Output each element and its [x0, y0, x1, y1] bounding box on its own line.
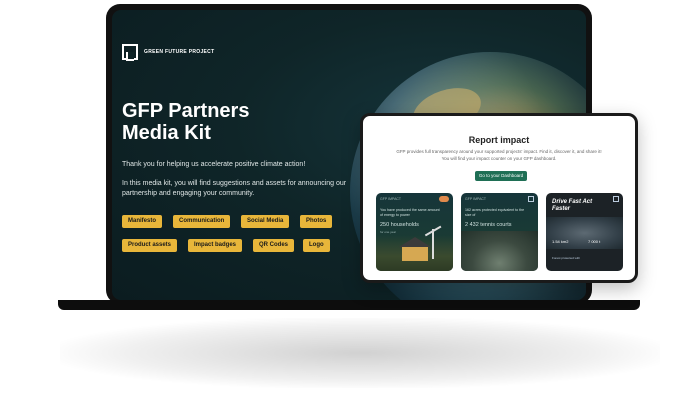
- impact-card-value: 2 432 tennis courts: [465, 222, 512, 228]
- impact-card-forest[interactable]: GFP IMPACT 162 acres protected equivalen…: [461, 193, 538, 271]
- impact-card-text: 162 acres protected equivalent to the si…: [465, 208, 525, 217]
- car-stat-tonnes: 7 000 t: [588, 239, 601, 244]
- impact-card-brand: GFP IMPACT: [465, 197, 487, 201]
- impact-card-text: You have produced the same amount of ene…: [380, 208, 440, 217]
- impact-card-value: 250 households: [380, 222, 419, 228]
- dashboard-button[interactable]: Go to your Dashboard: [475, 171, 527, 181]
- intro-text: Thank you for helping us accelerate posi…: [122, 161, 306, 168]
- tag-manifesto[interactable]: Manifesto: [122, 215, 163, 228]
- tag-social-media[interactable]: Social Media: [241, 215, 290, 228]
- media-kit-paragraph: In this media kit, you will find suggest…: [122, 180, 347, 197]
- gfp-logo[interactable]: GREEN FUTURE PROJECT: [122, 44, 215, 61]
- logo-text: GREEN FUTURE PROJECT: [144, 49, 215, 55]
- tag-logo[interactable]: Logo: [303, 239, 330, 252]
- car-footer-text: Forest protected with: [552, 256, 581, 260]
- impact-card-brand: GFP IMPACT: [380, 197, 402, 201]
- share-icon: [613, 196, 619, 202]
- report-impact-card: Report impact GFP provides full transpar…: [360, 113, 638, 283]
- wind-turbine-icon: [432, 229, 434, 259]
- report-description-line-1: GFP provides full transparency around yo…: [396, 149, 602, 154]
- house-illustration: [402, 247, 428, 261]
- tag-qr-codes[interactable]: QR Codes: [253, 239, 295, 252]
- title-line-1: GFP Partners: [122, 100, 250, 122]
- impact-card-energy[interactable]: GFP IMPACT You have produced the same am…: [376, 193, 453, 271]
- page-title: GFP Partners Media Kit: [122, 100, 322, 144]
- tag-photos[interactable]: Photos: [300, 215, 333, 228]
- impact-card-subtext: for one year: [380, 230, 397, 234]
- road-image: [546, 217, 623, 249]
- house-roof-illustration: [399, 237, 431, 247]
- report-description-line-2: You will find your impact counter on you…: [441, 156, 557, 161]
- car-headline: Drive Fast Act Faster: [552, 199, 593, 212]
- aerial-forest-image: [461, 231, 538, 271]
- title-line-2: Media Kit: [122, 122, 211, 144]
- laptop-base: [58, 300, 640, 310]
- impact-card-car[interactable]: Drive Fast Act Faster 1.54 km2 7 000 t F…: [546, 193, 623, 271]
- logo-icon: [122, 44, 138, 61]
- laptop-shadow: [60, 318, 660, 388]
- report-description: GFP provides full transparency around yo…: [377, 148, 621, 162]
- tag-product-assets[interactable]: Product assets: [122, 239, 178, 252]
- impact-badge: [438, 196, 449, 202]
- report-title: Report impact: [468, 135, 530, 145]
- tag-communication[interactable]: Communication: [173, 215, 231, 228]
- share-icon: [528, 196, 534, 202]
- tag-impact-badges[interactable]: Impact badges: [188, 239, 243, 252]
- car-stat-area: 1.54 km2: [552, 239, 569, 244]
